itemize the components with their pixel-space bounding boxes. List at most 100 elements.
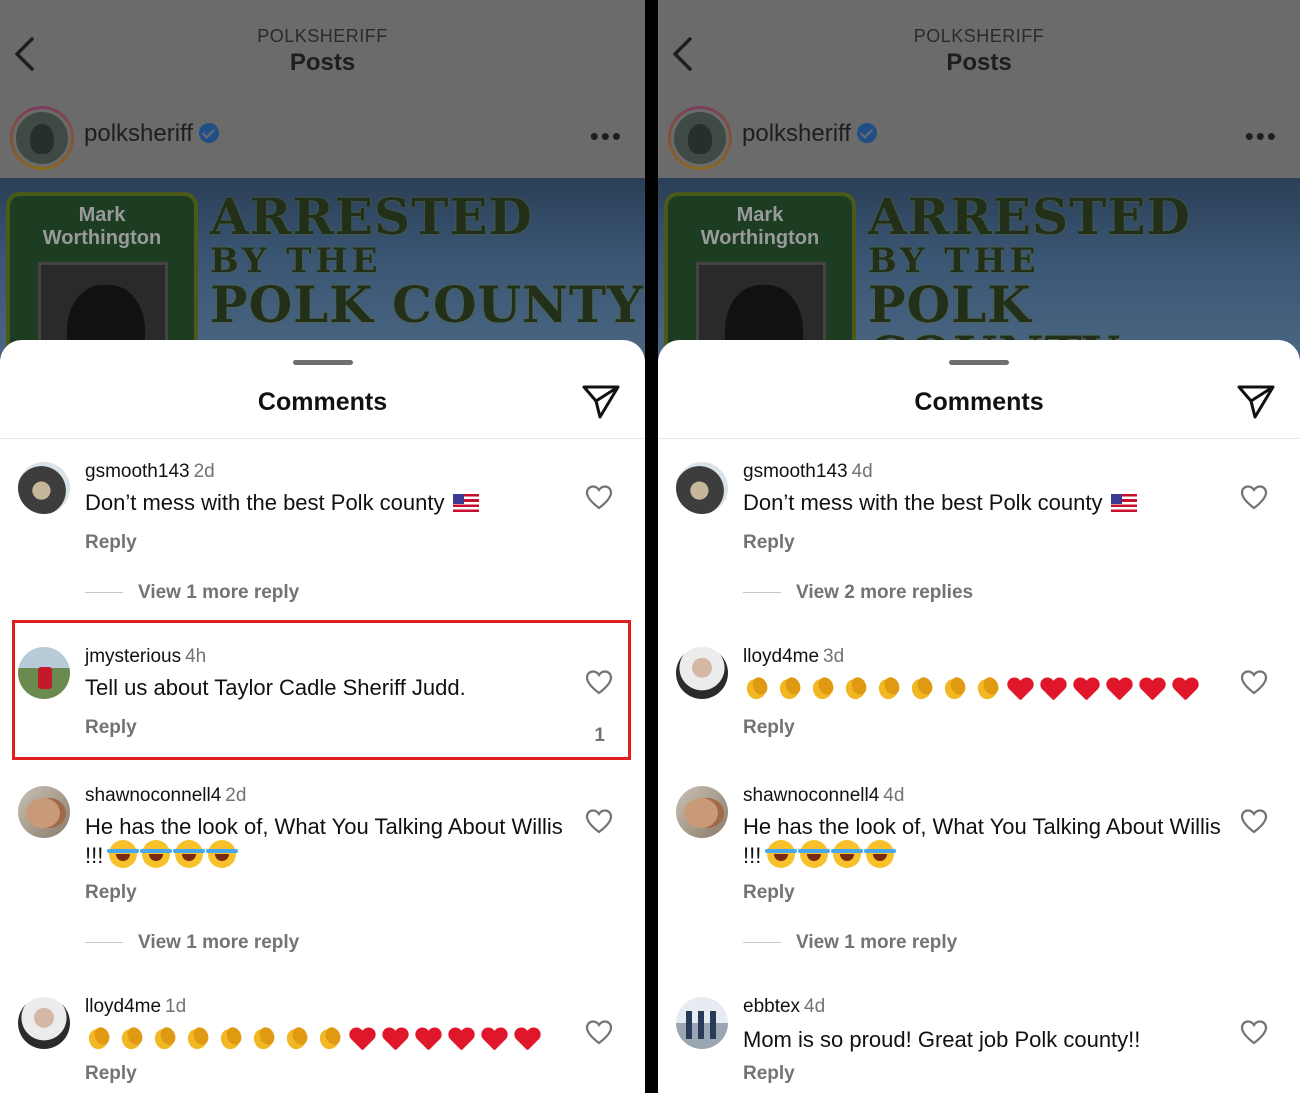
view-more-replies-text: View 1 more reply xyxy=(138,932,300,953)
username-text: gsmooth143 xyxy=(743,461,848,482)
clapping-emoji xyxy=(743,675,771,701)
reply-button[interactable]: Reply xyxy=(743,1063,795,1085)
post-username[interactable]: polksheriff xyxy=(84,120,219,148)
comment-username[interactable]: lloyd4me 1d xyxy=(85,996,186,1018)
divider xyxy=(0,438,645,439)
reply-button[interactable]: Reply xyxy=(85,532,137,554)
avatar[interactable] xyxy=(668,106,732,170)
clapping-emoji xyxy=(908,675,936,701)
heart-outline-icon[interactable] xyxy=(585,808,613,834)
avatar[interactable] xyxy=(18,462,70,514)
comment-item: lloyd4me 1d Reply xyxy=(0,996,645,1093)
mugshot-name: Mark Worthington xyxy=(668,204,852,250)
view-more-replies-text: View 1 more reply xyxy=(138,582,300,603)
heart-outline-icon[interactable] xyxy=(1240,669,1268,695)
red-heart-emoji xyxy=(1172,676,1198,702)
drag-handle[interactable] xyxy=(292,360,353,365)
right-screenshot: POLKSHERIFF Posts polksheriff ••• Mark W… xyxy=(658,0,1300,1093)
left-screenshot: POLKSHERIFF Posts polksheriff ••• Mark W… xyxy=(0,0,645,1093)
avatar[interactable] xyxy=(676,647,728,699)
avatar[interactable] xyxy=(676,786,728,838)
more-horizontal-icon[interactable]: ••• xyxy=(590,123,623,149)
username-text: lloyd4me xyxy=(85,996,162,1017)
red-heart-emoji xyxy=(1040,676,1066,702)
heart-outline-icon[interactable] xyxy=(585,1019,613,1045)
reply-button[interactable]: Reply xyxy=(743,717,795,739)
red-heart-emoji xyxy=(1007,676,1033,702)
comment-item: gsmooth143 2d Don’t mess with the best Po… xyxy=(0,461,645,603)
page-title: POLKSHERIFF Posts xyxy=(658,26,1300,77)
account-label: POLKSHERIFF xyxy=(257,26,388,46)
comment-username[interactable]: shawnoconnell4 4d xyxy=(743,785,904,807)
verified-badge-icon xyxy=(856,123,877,143)
comment-text-content: Don’t mess with the best Polk county xyxy=(85,490,445,515)
clapping-emoji xyxy=(842,675,870,701)
clapping-emoji xyxy=(809,675,837,701)
reply-button[interactable]: Reply xyxy=(743,532,795,554)
laughing-emoji xyxy=(107,840,140,868)
reply-button[interactable]: Reply xyxy=(85,1063,137,1085)
avatar[interactable] xyxy=(18,997,70,1049)
top-nav-bar: POLKSHERIFF Posts xyxy=(658,0,1300,100)
mugshot-first-name: Mark xyxy=(736,204,784,226)
post-header: polksheriff ••• xyxy=(0,100,645,178)
comments-title: Comments xyxy=(914,388,1044,416)
clapping-emoji xyxy=(941,675,969,701)
comment-item: shawnoconnell4 4d He has the look of, Wha… xyxy=(658,785,1300,953)
post-headline: ARRESTED BY THE POLK COUNTY xyxy=(210,192,644,330)
comment-username[interactable]: gsmooth143 4d xyxy=(743,461,873,483)
red-heart-emoji xyxy=(415,1026,441,1052)
account-label: POLKSHERIFF xyxy=(913,26,1045,46)
post-headline: ARRESTED BY THE POLK COUNTY xyxy=(868,192,1300,359)
laughing-emoji xyxy=(206,840,239,868)
heart-outline-icon[interactable] xyxy=(585,484,613,510)
top-nav-bar: POLKSHERIFF Posts xyxy=(0,0,645,100)
comment-username[interactable]: shawnoconnell4 2d xyxy=(85,785,246,807)
comment-text-content: Don’t mess with the best Polk county xyxy=(743,490,1103,515)
mugshot-name: Mark Worthington xyxy=(10,204,194,250)
post-header: polksheriff ••• xyxy=(658,100,1300,178)
paper-plane-icon[interactable] xyxy=(1236,384,1276,420)
username-text: gsmooth143 xyxy=(85,461,190,482)
comment-username[interactable]: gsmooth143 2d xyxy=(85,461,215,483)
avatar[interactable] xyxy=(676,997,728,1049)
mugshot-card: Mark Worthington xyxy=(664,192,856,358)
clapping-emoji xyxy=(974,675,1002,701)
reply-button[interactable]: Reply xyxy=(85,882,137,904)
comments-title: Comments xyxy=(257,388,388,416)
comment-text xyxy=(85,1025,605,1053)
more-horizontal-icon[interactable]: ••• xyxy=(1245,123,1278,149)
avatar[interactable] xyxy=(676,462,728,514)
paper-plane-icon[interactable] xyxy=(581,384,621,420)
comment-item: ebbtex 4d Mom is so proud! Great job Polk… xyxy=(658,996,1300,1093)
laughing-emoji xyxy=(798,840,831,868)
headline-line-2: BY THE xyxy=(868,241,1040,281)
red-heart-emoji xyxy=(1139,676,1165,702)
view-more-replies[interactable]: View 2 more replies xyxy=(743,582,973,604)
comment-username[interactable]: ebbtex 4d xyxy=(743,996,825,1018)
clapping-emoji xyxy=(184,1025,212,1051)
headline-line-1: ARRESTED xyxy=(210,187,533,246)
avatar[interactable] xyxy=(18,786,70,838)
clapping-emoji xyxy=(316,1025,344,1051)
comment-time: 1d xyxy=(165,996,187,1017)
avatar[interactable] xyxy=(10,106,74,170)
heart-outline-icon[interactable] xyxy=(1240,484,1268,510)
verified-badge-icon xyxy=(198,123,219,143)
laughing-emoji xyxy=(765,840,798,868)
comment-text: Don’t mess with the best Polk county xyxy=(743,490,1223,516)
comment-username[interactable]: lloyd4me 3d xyxy=(743,646,844,668)
drag-handle[interactable] xyxy=(949,360,1009,365)
view-more-replies[interactable]: View 1 more reply xyxy=(85,582,299,604)
post-image: Mark Worthington ARRESTED BY THE POLK CO… xyxy=(658,178,1300,358)
headline-line-3: POLK COUNTY xyxy=(210,275,644,334)
view-more-replies[interactable]: View 1 more reply xyxy=(743,932,957,954)
view-more-replies[interactable]: View 1 more reply xyxy=(85,932,299,954)
heart-outline-icon[interactable] xyxy=(1240,808,1268,834)
post-username[interactable]: polksheriff xyxy=(742,120,877,148)
clapping-emoji xyxy=(776,675,804,701)
red-heart-emoji xyxy=(481,1026,507,1052)
reply-button[interactable]: Reply xyxy=(743,882,795,904)
heart-outline-icon[interactable] xyxy=(1240,1019,1268,1045)
red-heart-emoji xyxy=(448,1026,474,1052)
